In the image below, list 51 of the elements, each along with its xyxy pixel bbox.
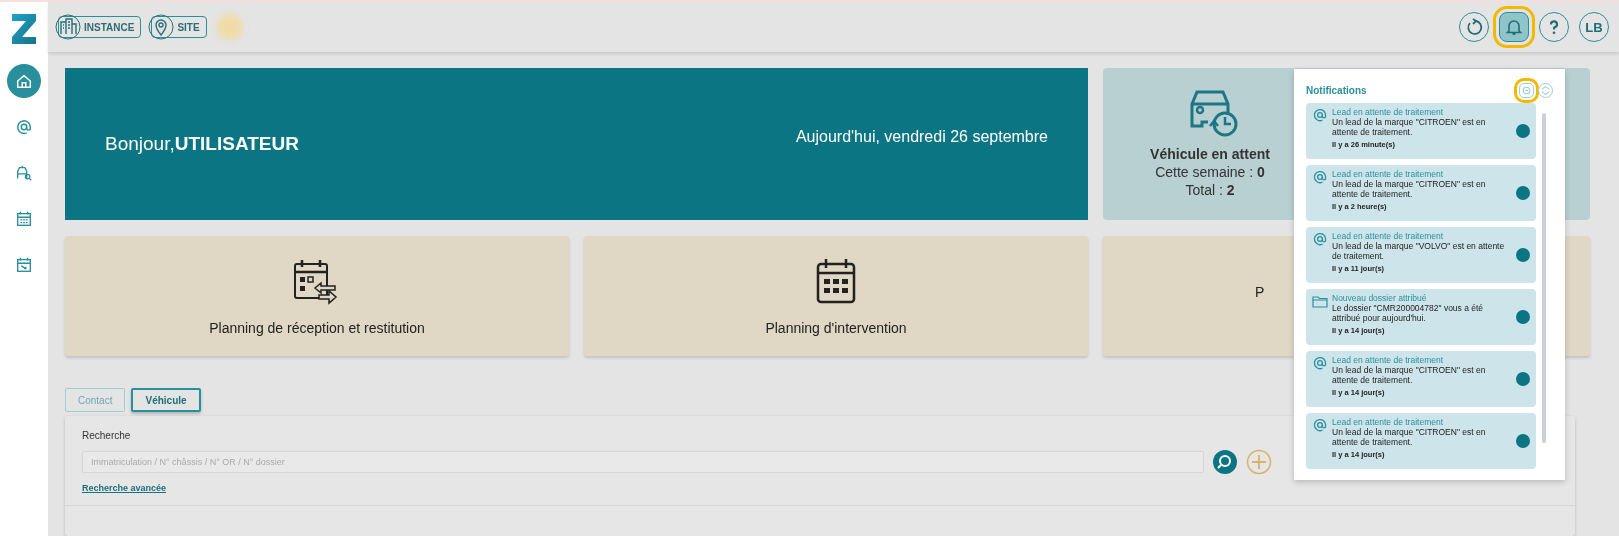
calendar-icon (15, 256, 33, 274)
tile-label: P (1255, 284, 1265, 300)
at-sign-icon (1312, 107, 1328, 123)
sidebar-item[interactable] (7, 64, 41, 98)
list-icon (1521, 84, 1532, 96)
logo-icon (9, 12, 39, 46)
panel-title: Notifications (1306, 84, 1368, 96)
search-button[interactable] (1212, 449, 1238, 475)
advanced-search-link[interactable]: Recherche avancée (82, 483, 167, 493)
notification-body: Un lead de la marque "VOLVO" est en attente de traitement. (1332, 241, 1506, 261)
scrollbar[interactable] (1542, 113, 1546, 443)
notification-body: Un lead de la marque "CITROEN" est en attente de traitement. (1332, 117, 1487, 137)
notification-title: Lead en attente de traitement (1332, 107, 1445, 117)
notification-title: Lead en attente de traitement (1332, 417, 1445, 427)
total-count: Total : 2 (1185, 182, 1235, 198)
at-sign-icon (1312, 417, 1328, 433)
bell-icon (1504, 17, 1524, 37)
arrows-icon (1540, 84, 1551, 96)
notification-title: Lead en attente de traitement (1332, 169, 1445, 179)
notification-body: Le dossier "CMR200004782" vous a été attribué pour aujourd'hui. (1332, 303, 1485, 323)
field-label: Recherche (82, 430, 131, 441)
planning-tile[interactable]: Planning d'intervention (584, 236, 1088, 356)
search-icon (1212, 449, 1238, 475)
calendar-icon (15, 210, 33, 228)
folder-icon (1312, 293, 1328, 309)
at-sign-icon (1312, 355, 1328, 371)
week-count: Cette semaine : 0 (1155, 164, 1265, 180)
location-pin-icon (148, 14, 175, 40)
at-sign-icon (1312, 231, 1328, 247)
notification-body: Un lead de la marque "CITROEN" est en attente de traitement. (1332, 427, 1487, 447)
site-selector[interactable]: SITE (151, 16, 207, 38)
plus-icon (1246, 449, 1272, 475)
greeting-text: Bonjour,UTILISATEUR (105, 133, 299, 155)
notification-body: Un lead de la marque "CITROEN" est en attente de traitement. (1332, 179, 1487, 199)
building-icon (55, 14, 81, 40)
planning-tile[interactable]: Planning de réception et restitution (65, 236, 569, 356)
blurred-dot (216, 14, 243, 40)
at-sign-icon (15, 118, 33, 136)
tab[interactable]: Véhicule (131, 388, 201, 412)
tile-label: Planning d'intervention (765, 320, 907, 336)
at-sign-icon (1312, 169, 1328, 185)
home-icon (15, 72, 33, 90)
card-title: Véhicule en attent (1150, 146, 1270, 162)
tile-label: Planning de réception et restitution (209, 320, 425, 336)
notification-title: Nouveau dossier attribué (1332, 293, 1428, 303)
notification-title: Lead en attente de traitement (1332, 355, 1445, 365)
notification-body: Un lead de la marque "CITROEN" est en attente de traitement. (1332, 365, 1487, 385)
car-search-icon (15, 164, 33, 182)
instance-selector[interactable]: INSTANCE (58, 16, 142, 38)
refresh-icon (1464, 17, 1484, 37)
date-text: Aujourd'hui, vendredi 26 septembre (795, 128, 1048, 146)
